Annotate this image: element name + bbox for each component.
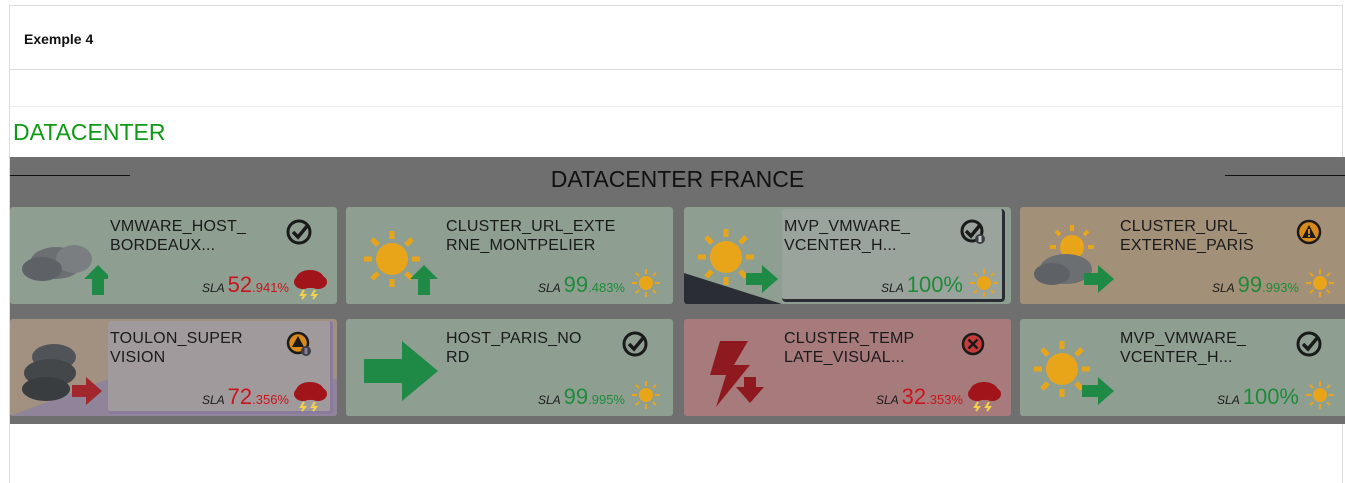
- tile-name: MVP_VMWARE_ VCENTER_H...: [1120, 330, 1247, 366]
- tile-toulon-supervision[interactable]: TOULON_SUPER VISION SLA 72.356%: [10, 319, 337, 416]
- section-title: DATACENTER: [13, 119, 166, 145]
- sla-int: 32: [901, 384, 927, 409]
- panel-header: Exemple 4: [10, 6, 1342, 70]
- sla-value: SLA 99.993%: [1212, 272, 1299, 298]
- sun-icon: [970, 269, 998, 297]
- sla-value: SLA 100%: [881, 272, 963, 298]
- error-icon: [961, 332, 985, 356]
- sla-int: 72: [227, 384, 253, 409]
- sla-label: SLA: [1211, 281, 1235, 295]
- sla-dec: .353%: [926, 392, 963, 407]
- check-maintenance-icon: [960, 219, 985, 244]
- sun-icon: [1306, 269, 1334, 297]
- lightning-down-icon: [710, 341, 764, 407]
- tile-mvp-vmware-vcenter[interactable]: MVP_VMWARE_ VCENTER_H... SLA 100%: [684, 207, 1011, 304]
- sla-value: SLA 32.353%: [876, 384, 963, 410]
- tile-name: CLUSTER_URL_EXTE RNE_MONTPELIER: [446, 218, 616, 254]
- check-icon: [286, 219, 312, 245]
- storm-icon: [294, 382, 327, 412]
- sla-value: SLA 72.356%: [202, 384, 289, 410]
- tile-host-paris-nord[interactable]: HOST_PARIS_NO RD SLA 99.995%: [346, 319, 673, 416]
- check-icon: [622, 331, 648, 357]
- tile-name: CLUSTER_URL_ EXTERNE_PARIS: [1120, 218, 1254, 254]
- sun-right-icon: [698, 229, 778, 293]
- datacenter-board: DATACENTER FRANCE VMWARE_HOST_ BORDEAUX.…: [10, 157, 1345, 424]
- sla-value: SLA 52.941%: [202, 272, 289, 298]
- warning-icon: [1296, 219, 1322, 245]
- sla-label: SLA: [537, 393, 561, 407]
- sla-int: 99: [563, 384, 589, 409]
- divider: [10, 106, 1342, 107]
- sla-int: 100%: [1242, 384, 1299, 409]
- sla-int: 52: [227, 272, 253, 297]
- title-rule-right: [1225, 175, 1345, 176]
- sun-icon: [1306, 381, 1334, 409]
- sla-label: SLA: [201, 393, 225, 407]
- board-title: DATACENTER FRANCE: [550, 166, 805, 192]
- tile-cluster-template-visual[interactable]: CLUSTER_TEMP LATE_VISUAL... SLA 32.353%: [684, 319, 1011, 416]
- sla-label: SLA: [875, 393, 899, 407]
- sla-dec: .995%: [588, 392, 625, 407]
- panel-title: Exemple 4: [24, 31, 94, 47]
- sla-dec: .993%: [1262, 280, 1299, 295]
- tile-vmware-host-bordeaux[interactable]: VMWARE_HOST_ BORDEAUX... SLA 52.941%: [10, 207, 337, 304]
- tile-name: CLUSTER_TEMP LATE_VISUAL...: [784, 330, 915, 366]
- sla-value: SLA 99.995%: [538, 384, 625, 410]
- tile-name: TOULON_SUPER VISION: [110, 330, 243, 366]
- tile-name: MVP_VMWARE_ VCENTER_H...: [784, 218, 911, 254]
- sla-value: SLA 100%: [1217, 384, 1299, 410]
- sla-int: 100%: [906, 272, 963, 297]
- sun-icon: [632, 269, 660, 297]
- tile-cluster-url-externe-montpellier[interactable]: CLUSTER_URL_EXTE RNE_MONTPELIER SLA 99.48…: [346, 207, 673, 304]
- sla-int: 99: [1237, 272, 1263, 297]
- clouds-right-icon: [22, 344, 102, 405]
- storm-icon: [968, 382, 1001, 412]
- tile-cluster-url-externe-paris[interactable]: CLUSTER_URL_ EXTERNE_PARIS SLA 99.993%: [1020, 207, 1345, 304]
- check-icon: [1296, 331, 1322, 357]
- sla-int: 99: [563, 272, 589, 297]
- tile-mvp-vmware-vcenter-2[interactable]: MVP_VMWARE_ VCENTER_H... SLA 100%: [1020, 319, 1345, 416]
- sla-dec: .356%: [252, 392, 289, 407]
- arrow-right-icon: [364, 341, 438, 401]
- sun-cloud-right-icon: [1034, 225, 1114, 293]
- cloud-up-icon: [22, 245, 108, 295]
- storm-icon: [294, 270, 327, 300]
- sla-label: SLA: [201, 281, 225, 295]
- sla-label: SLA: [881, 281, 904, 295]
- sla-dec: .483%: [588, 280, 625, 295]
- sla-label: SLA: [1217, 393, 1240, 407]
- tile-name: VMWARE_HOST_ BORDEAUX...: [110, 218, 247, 254]
- sun-right-icon: [1034, 341, 1114, 405]
- sla-label: SLA: [537, 281, 561, 295]
- sla-dec: .941%: [252, 280, 289, 295]
- sun-icon: [632, 381, 660, 409]
- tile-name: HOST_PARIS_NO RD: [446, 330, 582, 366]
- sun-up-icon: [364, 231, 438, 295]
- sla-value: SLA 99.483%: [538, 272, 625, 298]
- warning-maintenance-icon: [286, 331, 311, 356]
